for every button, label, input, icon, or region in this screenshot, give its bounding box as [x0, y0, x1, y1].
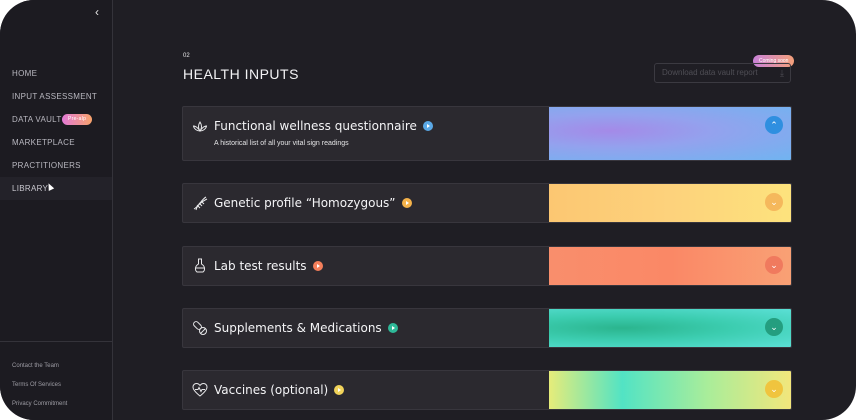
page-title: HEALTH INPUTS — [183, 66, 299, 82]
collapse-sidebar-icon[interactable]: ‹ — [90, 5, 104, 19]
download-report-button[interactable]: Download data vault report ⤓ — [654, 63, 791, 83]
section-number: 02 — [183, 53, 190, 59]
card-vaccines[interactable]: Vaccines (optional) ⌄ — [182, 370, 792, 410]
expand-card-button[interactable]: ⌄ — [765, 318, 783, 336]
sidebar-item-input-assessment[interactable]: INPUT ASSESSMENT — [0, 85, 112, 108]
terms-of-service-link[interactable]: Terms Of Services — [12, 381, 67, 400]
lotus-icon — [192, 121, 208, 132]
download-icon: ⤓ — [780, 68, 784, 78]
collapse-card-button[interactable]: ⌃ — [765, 116, 783, 134]
download-button-label: Download data vault report — [662, 68, 758, 77]
card-title: Functional wellness questionnaire — [214, 119, 433, 133]
sidebar-divider — [0, 341, 112, 342]
card-title-text: Lab test results — [214, 259, 307, 273]
sidebar-item-label: LIBRARY — [12, 184, 49, 193]
sidebar-nav: HOME INPUT ASSESSMENT DATA VAULT Pre-alp… — [0, 62, 112, 200]
card-subtitle: A historical list of all your vital sign… — [214, 140, 349, 147]
dna-icon — [193, 196, 208, 211]
heartbeat-icon — [192, 382, 208, 397]
card-genetic-profile[interactable]: Genetic profile “Homozygous” ⌄ — [182, 183, 792, 223]
sidebar-item-marketplace[interactable]: MARKETPLACE — [0, 131, 112, 154]
card-title: Genetic profile “Homozygous” — [214, 196, 412, 210]
play-icon[interactable] — [387, 322, 398, 333]
card-gradient — [549, 184, 791, 222]
card-gradient — [549, 371, 791, 409]
sidebar-item-label: DATA VAULT — [12, 115, 62, 124]
sidebar-item-data-vault[interactable]: DATA VAULT Pre-alp — [0, 108, 112, 131]
card-title-text: Functional wellness questionnaire — [214, 119, 417, 133]
sidebar-item-home[interactable]: HOME — [0, 62, 112, 85]
sidebar-item-practitioners[interactable]: PRACTITIONERS — [0, 154, 112, 177]
pre-alpha-badge: Pre-alp — [62, 114, 93, 125]
sidebar-item-library[interactable]: LIBRARY — [0, 177, 112, 200]
card-gradient — [549, 309, 791, 347]
card-functional-wellness[interactable]: Functional wellness questionnaire A hist… — [182, 106, 792, 161]
card-title: Vaccines (optional) — [214, 383, 345, 397]
card-title-text: Supplements & Medications — [214, 321, 382, 335]
play-icon[interactable] — [334, 384, 345, 395]
card-lab-test[interactable]: Lab test results ⌄ — [182, 246, 792, 286]
play-icon[interactable] — [312, 260, 323, 271]
expand-card-button[interactable]: ⌄ — [765, 380, 783, 398]
flask-icon — [194, 258, 206, 273]
contact-team-link[interactable]: Contact the Team — [12, 362, 67, 381]
app-window: ‹ HOME INPUT ASSESSMENT DATA VAULT Pre-a… — [0, 0, 856, 420]
sidebar: ‹ HOME INPUT ASSESSMENT DATA VAULT Pre-a… — [0, 0, 113, 420]
card-title-text: Genetic profile “Homozygous” — [214, 196, 396, 210]
card-gradient — [549, 247, 791, 285]
card-title: Supplements & Medications — [214, 321, 398, 335]
pills-icon — [193, 321, 207, 335]
play-icon[interactable] — [422, 120, 433, 131]
privacy-commitment-link[interactable]: Privacy Commitment — [12, 400, 67, 419]
card-supplements[interactable]: Supplements & Medications ⌄ — [182, 308, 792, 348]
card-title-text: Vaccines (optional) — [214, 383, 329, 397]
card-gradient — [549, 107, 791, 160]
sidebar-footer: Contact the Team Terms Of Services Priva… — [12, 362, 67, 419]
expand-card-button[interactable]: ⌄ — [765, 193, 783, 211]
expand-card-button[interactable]: ⌄ — [765, 256, 783, 274]
card-title: Lab test results — [214, 259, 323, 273]
play-icon[interactable] — [401, 197, 412, 208]
